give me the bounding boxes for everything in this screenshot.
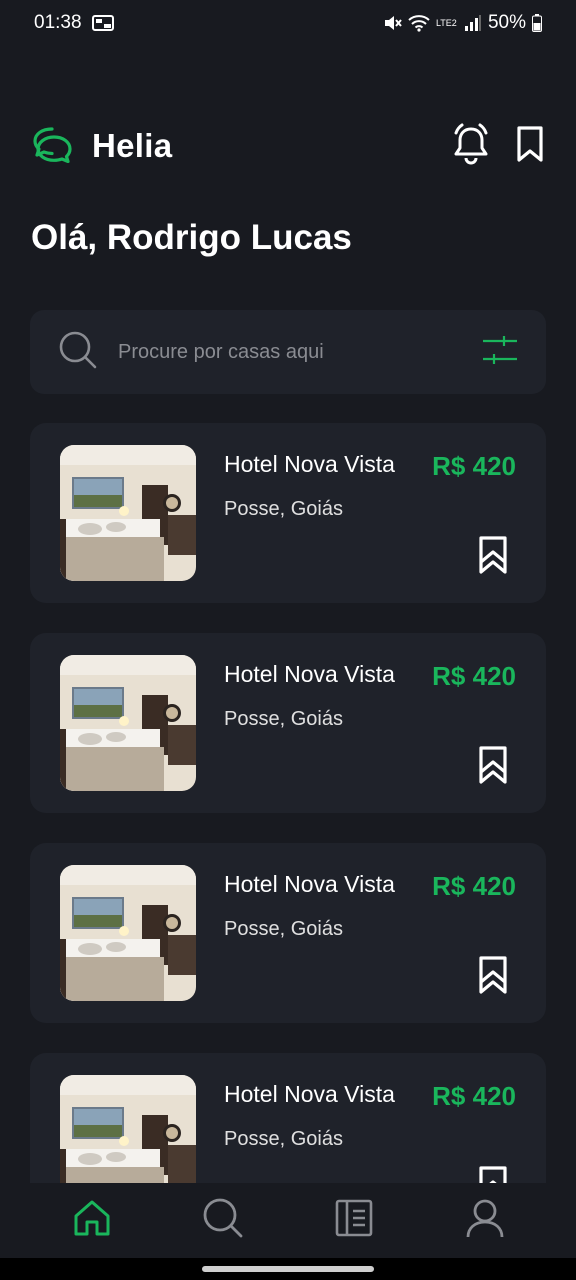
hotel-list: Hotel Nova Vista R$ 420 Posse, Goiás Hot… bbox=[30, 423, 546, 1183]
nav-search[interactable] bbox=[188, 1186, 258, 1256]
wifi-icon bbox=[408, 14, 430, 32]
app-header: Helia bbox=[32, 118, 544, 174]
filter-icon[interactable] bbox=[482, 335, 518, 370]
hotel-location: Posse, Goiás bbox=[224, 918, 343, 940]
hotel-image bbox=[60, 655, 196, 791]
nav-profile[interactable] bbox=[450, 1186, 520, 1256]
hotel-image bbox=[60, 445, 196, 581]
hotel-location: Posse, Goiás bbox=[224, 498, 343, 520]
logo-icon bbox=[32, 125, 74, 168]
signal-icon bbox=[464, 14, 482, 32]
system-gesture-bar bbox=[0, 1258, 576, 1280]
status-time: 01:38 bbox=[34, 12, 82, 33]
greeting-title: Olá, Rodrigo Lucas bbox=[31, 218, 352, 257]
search-bar[interactable] bbox=[30, 310, 546, 394]
hotel-location: Posse, Goiás bbox=[224, 1128, 343, 1150]
hotel-name: Hotel Nova Vista bbox=[224, 1081, 395, 1107]
network-label: LTE2 bbox=[435, 17, 457, 28]
hotel-card[interactable]: Hotel Nova Vista R$ 420 Posse, Goiás bbox=[30, 1053, 546, 1183]
hotel-name: Hotel Nova Vista bbox=[224, 871, 395, 897]
bookmark-icon[interactable] bbox=[478, 535, 508, 580]
hotel-price: R$ 420 bbox=[432, 451, 516, 481]
photo-icon bbox=[91, 15, 114, 31]
hotel-card[interactable]: Hotel Nova Vista R$ 420 Posse, Goiás bbox=[30, 843, 546, 1023]
hotel-image bbox=[60, 1075, 196, 1183]
bottom-nav bbox=[0, 1183, 576, 1258]
app-title: Helia bbox=[92, 127, 173, 164]
hotel-location: Posse, Goiás bbox=[224, 708, 343, 730]
status-left: 01:38 bbox=[34, 12, 114, 34]
bookmark-icon[interactable] bbox=[478, 1165, 508, 1183]
bookmark-icon[interactable] bbox=[478, 745, 508, 790]
nav-bookings[interactable] bbox=[319, 1186, 389, 1256]
header-actions bbox=[452, 123, 544, 170]
mute-icon bbox=[382, 13, 402, 33]
search-icon bbox=[58, 330, 98, 375]
status-bar: 01:38 LTE2 50% bbox=[0, 0, 576, 46]
battery-percent: 50% bbox=[487, 12, 526, 33]
bookings-icon bbox=[335, 1199, 373, 1242]
hotel-price: R$ 420 bbox=[432, 1081, 516, 1111]
hotel-name: Hotel Nova Vista bbox=[224, 661, 395, 687]
hotel-image bbox=[60, 865, 196, 1001]
hotel-card[interactable]: Hotel Nova Vista R$ 420 Posse, Goiás bbox=[30, 423, 546, 603]
bookmark-icon[interactable] bbox=[516, 125, 544, 168]
battery-icon bbox=[532, 14, 542, 32]
brand: Helia bbox=[32, 125, 172, 168]
nav-home[interactable] bbox=[57, 1186, 127, 1256]
home-icon bbox=[72, 1198, 112, 1243]
status-right: LTE2 50% bbox=[382, 12, 542, 34]
search-icon bbox=[202, 1197, 244, 1244]
hotel-card[interactable]: Hotel Nova Vista R$ 420 Posse, Goiás bbox=[30, 633, 546, 813]
hotel-price: R$ 420 bbox=[432, 661, 516, 691]
bell-icon[interactable] bbox=[452, 123, 490, 170]
hotel-name: Hotel Nova Vista bbox=[224, 451, 395, 477]
profile-icon bbox=[465, 1198, 505, 1243]
hotel-price: R$ 420 bbox=[432, 871, 516, 901]
search-input[interactable] bbox=[118, 340, 482, 364]
home-indicator[interactable] bbox=[202, 1266, 374, 1272]
bookmark-icon[interactable] bbox=[478, 955, 508, 1000]
